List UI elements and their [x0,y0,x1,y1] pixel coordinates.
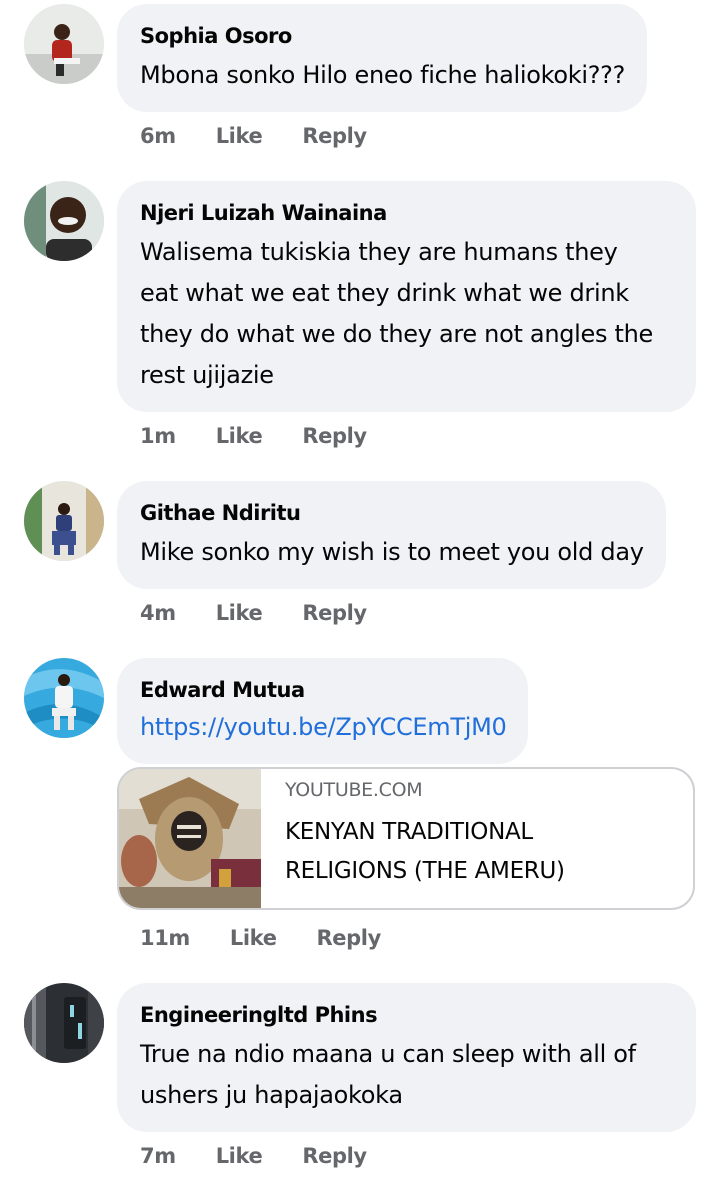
link-preview-title-line: KENYAN TRADITIONAL [285,819,533,845]
comment-bubble: Githae Ndiritu Mike sonko my wish is to … [117,481,666,589]
comment-author[interactable]: Njeri Luizah Wainaina [140,198,674,228]
comment-text: Walisema tukiskia they are humans they e… [140,232,674,396]
reply-button[interactable]: Reply [317,926,382,950]
link-preview-domain: YOUTUBE.COM [285,779,423,801]
like-button[interactable]: Like [216,601,263,625]
comment-actions: 4m Like Reply [140,601,367,625]
comment-text-line: True na ndio maana u can sleep with all … [140,1040,636,1068]
comment-author[interactable]: Sophia Osoro [140,21,625,51]
comment-timestamp: 11m [140,926,190,950]
reply-button[interactable]: Reply [302,601,367,625]
comment-bubble: Sophia Osoro Mbona sonko Hilo eneo fiche… [117,4,648,112]
like-button[interactable]: Like [230,926,277,950]
comment-link[interactable]: https://youtu.be/ZpYCCEmTjM0 [140,707,507,748]
comment-author[interactable]: Engineeringltd Phins [140,1000,674,1030]
comment-text: True na ndio maana u can sleep with all … [140,1034,674,1116]
avatar-sophia-osoro[interactable] [24,4,104,84]
comment-text-line: ushers ju hapajaokoka [140,1081,403,1109]
comment-bubble: Edward Mutua https://youtu.be/ZpYCCEmTjM… [117,658,529,764]
comment-text-line: rest ujijazie [140,361,274,389]
comment-bubble: Njeri Luizah Wainaina Walisema tukiskia … [117,181,696,412]
comment-text: Mike sonko my wish is to meet you old da… [140,538,644,566]
comment-actions: 6m Like Reply [140,124,367,148]
comment-text-line: eat what we eat they drink what we drink [140,279,629,307]
comment-text: Mbona sonko Hilo eneo fiche haliokoki??? [140,61,626,89]
link-preview-title: KENYAN TRADITIONAL RELIGIONS (THE AMERU) [285,813,685,891]
comment-timestamp: 7m [140,1144,176,1168]
reply-button[interactable]: Reply [302,1144,367,1168]
comment-actions: 11m Like Reply [140,926,381,950]
like-button[interactable]: Like [216,124,263,148]
link-preview-title-line: RELIGIONS (THE AMERU) [285,858,565,884]
avatar-njeri-luizah-wainaina[interactable] [24,181,104,261]
avatar-edward-mutua[interactable] [24,658,104,738]
comment-author[interactable]: Githae Ndiritu [140,498,644,528]
avatar-githae-ndiritu[interactable] [24,481,104,561]
link-preview-thumbnail [119,769,261,908]
comment-text-line: Walisema tukiskia they are humans they [140,238,618,266]
reply-button[interactable]: Reply [302,424,367,448]
avatar-engineeringltd-phins[interactable] [24,983,104,1063]
comment-timestamp: 1m [140,424,176,448]
comment-bubble: Engineeringltd Phins True na ndio maana … [117,983,696,1132]
comment-actions: 7m Like Reply [140,1144,367,1168]
comment-timestamp: 4m [140,601,176,625]
comment-timestamp: 6m [140,124,176,148]
reply-button[interactable]: Reply [302,124,367,148]
link-preview-card[interactable]: YOUTUBE.COM KENYAN TRADITIONAL RELIGIONS… [117,767,695,910]
comment-actions: 1m Like Reply [140,424,367,448]
like-button[interactable]: Like [216,424,263,448]
comment-author[interactable]: Edward Mutua [140,675,506,705]
like-button[interactable]: Like [216,1144,263,1168]
comment-text-line: they do what we do they are not angles t… [140,320,654,348]
